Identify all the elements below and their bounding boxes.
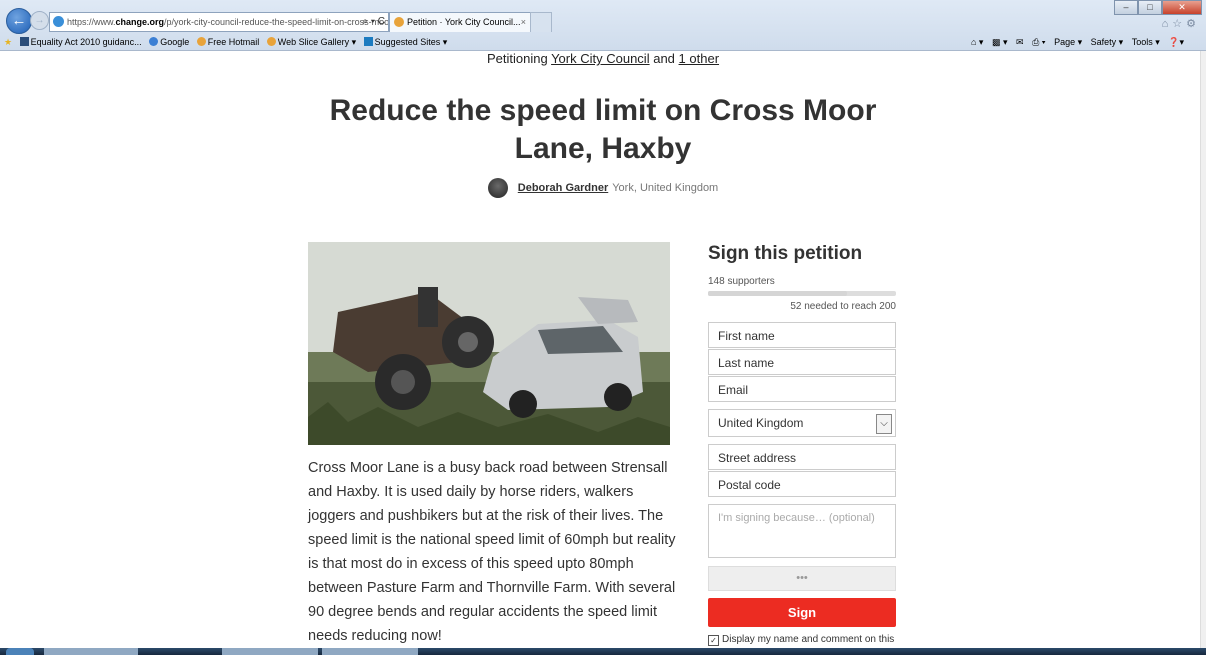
- address-domain: change.org: [115, 17, 165, 27]
- progress-fill: [708, 291, 848, 296]
- browser-tab[interactable]: Petition · York City Council... ×: [389, 12, 531, 32]
- accident-scene-image: [308, 242, 670, 445]
- supporters-progress-bar: [708, 291, 896, 296]
- window-controls: – □ ✕: [1114, 0, 1202, 15]
- tab-close-icon[interactable]: ×: [521, 13, 526, 32]
- country-selected-value: United Kingdom: [718, 416, 804, 430]
- favorite-link[interactable]: Web Slice Gallery ▾: [266, 37, 356, 47]
- petition-photo: [308, 242, 670, 445]
- favorite-link[interactable]: Suggested Sites ▾: [363, 37, 447, 47]
- avatar[interactable]: [487, 178, 508, 198]
- browser-chrome: ← → https://www.change.org/p/york-city-c…: [0, 0, 1206, 51]
- sign-button[interactable]: Sign: [708, 598, 896, 627]
- favorite-icon: [19, 37, 29, 46]
- taskbar-item[interactable]: [222, 648, 318, 655]
- start-button[interactable]: [6, 648, 34, 655]
- display-name-option[interactable]: ✓ Display my name and comment on this: [708, 634, 894, 646]
- author-location: York, United Kingdom: [612, 182, 719, 194]
- safety-menu[interactable]: Safety ▾: [1091, 37, 1124, 47]
- supporters-needed: 52 needed to reach 200: [790, 301, 896, 312]
- petition-description: Cross Moor Lane is a busy back road betw…: [308, 460, 676, 644]
- address-prefix: https://www.: [67, 17, 116, 27]
- favorite-icon: [363, 37, 373, 46]
- back-arrow-icon[interactable]: ←: [6, 8, 32, 34]
- display-name-checkbox[interactable]: ✓: [708, 635, 719, 646]
- last-name-field[interactable]: Last name: [708, 349, 896, 375]
- favorite-icon: [196, 37, 206, 46]
- feeds-icon[interactable]: ▩ ▾: [992, 37, 1008, 47]
- petition-title: Reduce the speed limit on Cross Moor Lan…: [329, 94, 877, 165]
- postal-code-field[interactable]: Postal code: [708, 471, 896, 497]
- tools-menu[interactable]: Tools ▾: [1132, 37, 1160, 47]
- tab-title: Petition · York City Council...: [407, 17, 521, 27]
- petitioning-line: Petitioning York City Council and 1 othe…: [0, 51, 1206, 66]
- address-bar[interactable]: https://www.change.org/p/york-city-counc…: [49, 12, 389, 32]
- captcha-placeholder[interactable]: •••: [708, 566, 896, 591]
- home-star-gear-icons[interactable]: ⌂☆⚙: [1162, 17, 1200, 30]
- petition-author: Deborah Gardner York, United Kingdom: [0, 178, 1206, 198]
- taskbar-item[interactable]: [322, 648, 418, 655]
- favorite-link[interactable]: Google: [149, 37, 189, 47]
- petition-target-link[interactable]: York City Council: [551, 51, 650, 66]
- favorite-icon: [266, 37, 276, 46]
- comment-textarea[interactable]: I'm signing because… (optional): [708, 504, 896, 558]
- sign-petition-heading: Sign this petition: [708, 243, 863, 264]
- display-name-label: Display my name and comment on this: [722, 634, 895, 645]
- address-path: /p/york-city-council-reduce-the-speed-li…: [164, 17, 389, 27]
- other-targets-link[interactable]: 1 other: [679, 51, 719, 66]
- command-bar: ⌂ ▾ ▩ ▾ ✉ ⎙ ▾ Page ▾ Safety ▾ Tools ▾ ❓▾: [965, 34, 1184, 50]
- ie-page-icon: [53, 16, 64, 27]
- country-select[interactable]: United Kingdom ⌵: [708, 409, 896, 437]
- address-search-refresh-icons[interactable]: ⌕ ▾ C: [362, 13, 385, 31]
- petitioning-and: and: [653, 51, 675, 66]
- minimize-icon[interactable]: –: [1114, 0, 1138, 15]
- maximize-icon[interactable]: □: [1138, 0, 1162, 15]
- favorite-link[interactable]: Free Hotmail: [196, 37, 259, 47]
- new-tab-button[interactable]: [530, 12, 552, 32]
- tab-favicon-icon: [394, 17, 404, 27]
- petitioning-prefix: Petitioning: [486, 51, 548, 66]
- windows-taskbar: [0, 648, 1206, 655]
- taskbar-item[interactable]: [44, 648, 138, 655]
- supporters-count: 148 supporters: [708, 276, 775, 287]
- chevron-down-icon[interactable]: ⌵: [876, 414, 892, 434]
- email-field[interactable]: Email: [708, 376, 896, 402]
- help-icon[interactable]: ❓▾: [1168, 37, 1184, 47]
- page-scrollbar[interactable]: [1200, 51, 1206, 648]
- close-window-icon[interactable]: ✕: [1162, 0, 1202, 15]
- home-icon[interactable]: ⌂ ▾: [971, 37, 983, 47]
- forward-arrow-icon[interactable]: →: [30, 11, 49, 30]
- favorite-icon: [149, 37, 159, 46]
- page-menu[interactable]: Page ▾: [1054, 37, 1082, 47]
- mail-icon[interactable]: ✉: [1016, 37, 1024, 47]
- first-name-field[interactable]: First name: [708, 322, 896, 348]
- street-address-field[interactable]: Street address: [708, 444, 896, 470]
- favorite-link[interactable]: Equality Act 2010 guidanc...: [19, 37, 142, 47]
- favorites-star-icon[interactable]: ★: [4, 37, 12, 47]
- print-icon[interactable]: ⎙ ▾: [1032, 37, 1045, 47]
- author-name-link[interactable]: Deborah Gardner: [518, 182, 608, 194]
